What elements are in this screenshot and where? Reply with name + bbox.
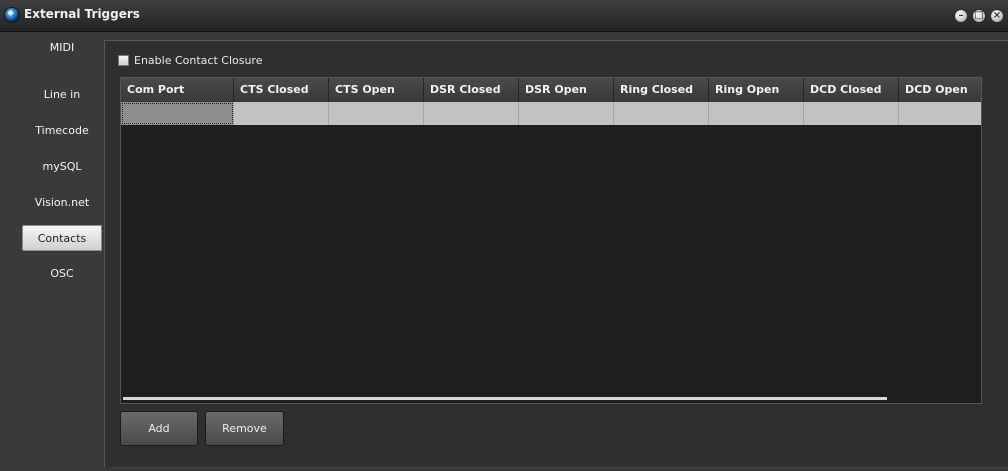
sidebar-item-vision-net[interactable]: Vision.net — [22, 190, 102, 216]
column-header-ring-closed[interactable]: Ring Closed — [614, 78, 709, 102]
external-triggers-window: External Triggers – □ × MIDI Line in Tim… — [0, 0, 1008, 471]
column-header-dcd-open[interactable]: DCD Open — [899, 78, 981, 102]
table-cell-cts-closed[interactable] — [234, 102, 329, 125]
table-cell-com-port[interactable] — [121, 102, 234, 125]
column-header-cts-open[interactable]: CTS Open — [329, 78, 424, 102]
table-cell-ring-open[interactable] — [709, 102, 804, 125]
enable-contact-closure-row: Enable Contact Closure — [118, 53, 262, 67]
enable-contact-closure-checkbox[interactable] — [118, 54, 129, 66]
contacts-table[interactable]: Com Port CTS Closed CTS Open DSR Closed … — [120, 77, 982, 404]
column-header-dsr-open[interactable]: DSR Open — [519, 78, 614, 102]
table-cell-ring-closed[interactable] — [614, 102, 709, 125]
table-row[interactable] — [121, 102, 981, 125]
add-button[interactable]: Add — [120, 411, 198, 446]
table-cell-cts-open[interactable] — [329, 102, 424, 125]
column-header-dsr-closed[interactable]: DSR Closed — [424, 78, 519, 102]
close-icon[interactable]: × — [990, 9, 1004, 23]
sidebar-item-osc[interactable]: OSC — [22, 261, 102, 287]
column-header-cts-closed[interactable]: CTS Closed — [234, 78, 329, 102]
column-header-com-port[interactable]: Com Port — [121, 78, 234, 102]
table-cell-dsr-open[interactable] — [519, 102, 614, 125]
sidebar-item-mysql[interactable]: mySQL — [22, 154, 102, 180]
title-bar[interactable]: External Triggers – □ × — [0, 0, 1008, 32]
window-title: External Triggers — [24, 7, 140, 21]
minimize-icon[interactable]: – — [954, 9, 968, 23]
table-cell-dsr-closed[interactable] — [424, 102, 519, 125]
enable-contact-closure-label: Enable Contact Closure — [134, 53, 263, 67]
sidebar-item-timecode[interactable]: Timecode — [22, 118, 102, 144]
table-cell-dcd-open[interactable] — [899, 102, 981, 125]
remove-button[interactable]: Remove — [205, 411, 284, 446]
sidebar-item-line-in[interactable]: Line in — [22, 82, 102, 108]
sidebar-item-contacts[interactable]: Contacts — [22, 225, 102, 251]
table-header: Com Port CTS Closed CTS Open DSR Closed … — [121, 78, 981, 102]
app-logo-icon — [4, 7, 20, 23]
column-header-ring-open[interactable]: Ring Open — [709, 78, 804, 102]
table-cell-dcd-closed[interactable] — [804, 102, 899, 125]
sidebar-item-midi[interactable]: MIDI — [22, 35, 102, 61]
horizontal-scrollbar[interactable] — [123, 397, 887, 400]
maximize-icon[interactable]: □ — [972, 9, 986, 23]
column-header-dcd-closed[interactable]: DCD Closed — [804, 78, 899, 102]
sidebar: MIDI Line in Timecode mySQL Vision.net C… — [0, 32, 104, 471]
